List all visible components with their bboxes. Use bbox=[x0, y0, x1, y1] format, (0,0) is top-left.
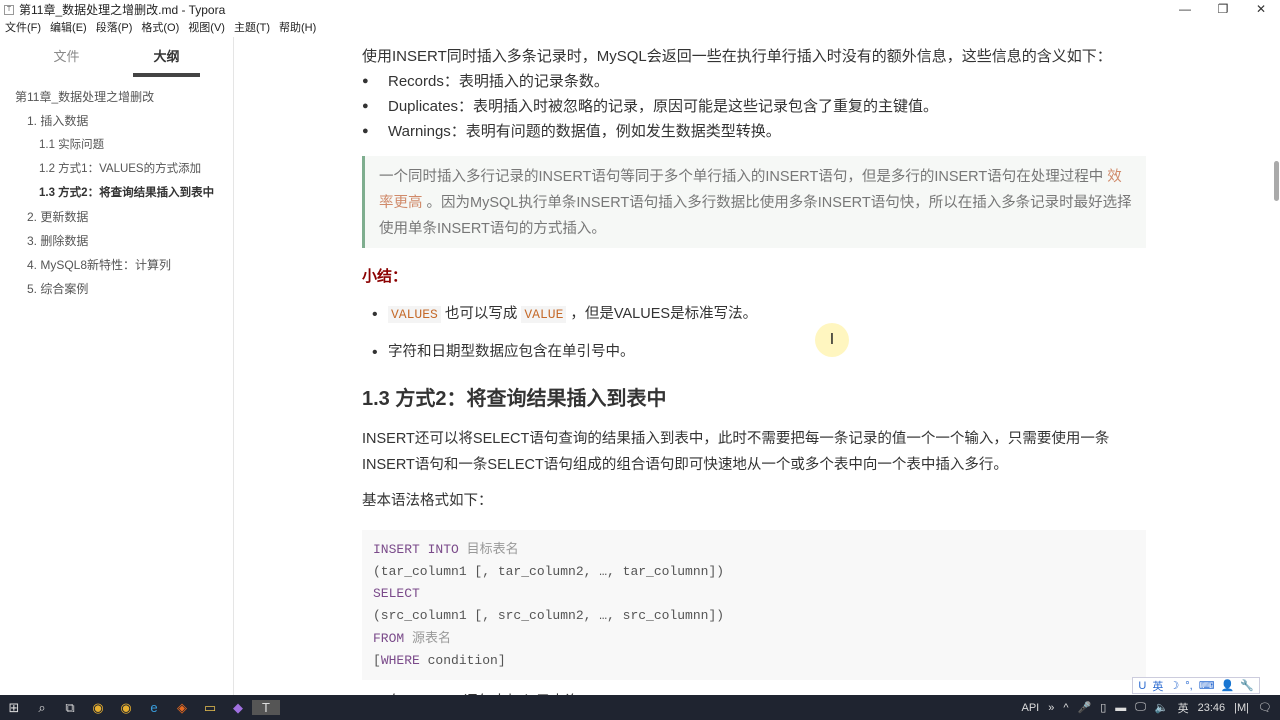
typora-taskbar-icon[interactable]: T bbox=[252, 700, 280, 715]
code-line: (tar_column1 [, tar_column2, …, tar_colu… bbox=[373, 564, 725, 579]
keyboard-icon[interactable]: ⌨ bbox=[1199, 679, 1215, 692]
intro-text: 使用INSERT同时插入多条记录时，MySQL会返回一些在执行单行插入时没有的额… bbox=[362, 48, 1112, 65]
text: 也可以写成 bbox=[440, 306, 522, 322]
code-keyword: INSERT INTO bbox=[373, 542, 459, 557]
network-icon[interactable]: 🖵 bbox=[1135, 701, 1146, 714]
input-language[interactable]: 英 bbox=[1178, 700, 1189, 716]
list-item: Records：表明插入的记录条数。 bbox=[362, 69, 1146, 94]
title-bar: T 第11章_数据处理之增删改.md - Typora — ❐ ✕ bbox=[0, 0, 1280, 19]
editor-content[interactable]: 使用INSERT同时插入多条记录时，MySQL会返回一些在执行单行插入时没有的额… bbox=[362, 44, 1146, 715]
menu-file[interactable]: 文件(F) bbox=[5, 19, 41, 37]
outline-item[interactable]: 1.2 方式1：VALUES的方式添加 bbox=[0, 157, 233, 181]
code-line: FROM 源表名 bbox=[373, 627, 1135, 650]
code-line: INSERT INTO 目标表名 bbox=[373, 538, 1135, 561]
code-keyword: FROM bbox=[373, 631, 405, 646]
firefox-icon[interactable]: ◈ bbox=[168, 700, 196, 716]
battery-icon[interactable]: ▬ bbox=[1115, 702, 1126, 714]
code-line: (src_column1 [, src_column2, …, src_colu… bbox=[373, 608, 725, 623]
inline-code: VALUE bbox=[521, 306, 567, 323]
tray-api[interactable]: API bbox=[1022, 702, 1040, 714]
tab-files[interactable]: 文件 bbox=[33, 37, 100, 77]
volume-icon[interactable]: 🔈 bbox=[1155, 701, 1169, 714]
taskbar: ⊞ ⌕ ⧉ ◉ ◉ e ◈ ▭ ◆ T API » ^ 🎤 ▯ ▬ 🖵 🔈 英 … bbox=[0, 695, 1280, 720]
outline-item[interactable]: 第11章_数据处理之增删改 bbox=[0, 85, 233, 109]
menu-edit[interactable]: 编辑(E) bbox=[50, 19, 87, 37]
code-text: condition] bbox=[419, 653, 506, 668]
minimize-button[interactable]: — bbox=[1166, 0, 1204, 19]
outline-item[interactable]: 1. 插入数据 bbox=[0, 109, 233, 133]
chrome-icon-2[interactable]: ◉ bbox=[112, 700, 140, 716]
outline-item[interactable]: 1.1 实际问题 bbox=[0, 133, 233, 157]
menu-help[interactable]: 帮助(H) bbox=[279, 19, 316, 37]
code-comment: 源表名 bbox=[412, 630, 452, 645]
menu-paragraph[interactable]: 段落(P) bbox=[96, 19, 133, 37]
paragraph: INSERT还可以将SELECT语句查询的结果插入到表中，此时不需要把每一条记录… bbox=[362, 431, 1110, 473]
text: ，但是VALUES是标准写法。 bbox=[566, 306, 758, 322]
start-icon[interactable]: ⊞ bbox=[0, 700, 28, 716]
code-keyword: SELECT bbox=[373, 586, 420, 601]
syntax-label: 基本语法格式如下： bbox=[362, 493, 493, 509]
tab-outline[interactable]: 大纲 bbox=[133, 37, 200, 77]
code-line: [WHERE condition] bbox=[373, 650, 1135, 672]
ime-logo-icon[interactable]: U bbox=[1138, 680, 1146, 692]
usb-icon[interactable]: ▯ bbox=[1100, 701, 1106, 714]
clock[interactable]: 23:46 bbox=[1198, 702, 1226, 714]
outline-item[interactable]: 3. 删除数据 bbox=[0, 229, 233, 253]
code-text: [ bbox=[373, 653, 381, 668]
quote-text: 一个同时插入多行记录的INSERT语句等同于多个单行插入的INSERT语句，但是… bbox=[379, 169, 1108, 185]
outline-item[interactable]: 4. MySQL8新特性：计算列 bbox=[0, 253, 233, 277]
blockquote: 一个同时插入多行记录的INSERT语句等同于多个单行插入的INSERT语句，但是… bbox=[362, 156, 1146, 248]
outline-item[interactable]: 2. 更新数据 bbox=[0, 205, 233, 229]
typora-app-icon: T bbox=[4, 4, 14, 15]
microphone-icon[interactable]: 🎤 bbox=[1078, 701, 1092, 714]
menu-view[interactable]: 视图(V) bbox=[188, 19, 225, 37]
chevron-up-icon[interactable]: ^ bbox=[1063, 702, 1068, 714]
search-icon[interactable]: ⌕ bbox=[28, 700, 56, 716]
ime-lang-toggle[interactable]: 英 bbox=[1152, 678, 1163, 694]
edge-icon[interactable]: e bbox=[140, 700, 168, 715]
inline-code: VALUES bbox=[388, 306, 441, 323]
menu-format[interactable]: 格式(O) bbox=[141, 19, 179, 37]
sidebar: 文件 大纲 第11章_数据处理之增删改 1. 插入数据 1.1 实际问题 1.2… bbox=[0, 37, 234, 695]
list-item: VALUES 也可以写成 VALUE ，但是VALUES是标准写法。 bbox=[362, 302, 1146, 327]
tray-app-icon[interactable]: |M| bbox=[1234, 702, 1249, 714]
section-heading: 1.3 方式2：将查询结果插入到表中 bbox=[362, 388, 667, 410]
list-item: 字符和日期型数据应包含在单引号中。 bbox=[362, 340, 1146, 365]
system-tray: API » ^ 🎤 ▯ ▬ 🖵 🔈 英 23:46 |M| 🗨 bbox=[1022, 700, 1273, 716]
scrollbar-thumb[interactable] bbox=[1274, 161, 1279, 201]
text-cursor-icon: I bbox=[815, 323, 849, 357]
punctuation-icon[interactable]: °, bbox=[1185, 680, 1192, 692]
ide-icon[interactable]: ◆ bbox=[224, 700, 252, 716]
menu-bar: 文件(F) 编辑(E) 段落(P) 格式(O) 视图(V) 主题(T) 帮助(H… bbox=[0, 19, 325, 37]
tray-overflow-icon[interactable]: » bbox=[1048, 702, 1054, 714]
moon-icon[interactable]: ☽ bbox=[1169, 679, 1179, 692]
window-title: 第11章_数据处理之增删改.md - Typora bbox=[19, 3, 226, 17]
scrollbar[interactable] bbox=[1272, 37, 1280, 695]
ime-toolbar[interactable]: U 英 ☽ °, ⌨ 👤 🔧 bbox=[1132, 677, 1260, 694]
user-icon[interactable]: 👤 bbox=[1221, 679, 1235, 692]
outline-list: 第11章_数据处理之增删改 1. 插入数据 1.1 实际问题 1.2 方式1：V… bbox=[0, 77, 233, 301]
menu-theme[interactable]: 主题(T) bbox=[234, 19, 270, 37]
folder-icon[interactable]: ▭ bbox=[196, 700, 224, 716]
quote-text: 。因为MySQL执行单条INSERT语句插入多行数据比使用多条INSERT语句快… bbox=[379, 195, 1132, 237]
code-keyword: WHERE bbox=[380, 653, 420, 668]
outline-item[interactable]: 5. 综合案例 bbox=[0, 277, 233, 301]
wrench-icon[interactable]: 🔧 bbox=[1240, 679, 1254, 692]
outline-item-current[interactable]: 1.3 方式2：将查询结果插入到表中 bbox=[0, 181, 233, 205]
maximize-button[interactable]: ❐ bbox=[1204, 0, 1242, 19]
notification-icon[interactable]: 🗨 bbox=[1258, 701, 1272, 714]
code-line: SELECT bbox=[373, 583, 1135, 605]
summary-title: 小结： bbox=[362, 268, 408, 285]
task-view-icon[interactable]: ⧉ bbox=[56, 700, 84, 716]
close-button[interactable]: ✕ bbox=[1242, 0, 1280, 19]
list-item: Warnings：表明有问题的数据值，例如发生数据类型转换。 bbox=[362, 119, 1146, 144]
chrome-icon[interactable]: ◉ bbox=[84, 700, 112, 716]
list-item: Duplicates：表明插入时被忽略的记录，原因可能是这些记录包含了重复的主键… bbox=[362, 94, 1146, 119]
code-comment: 目标表名 bbox=[466, 541, 519, 556]
code-block[interactable]: INSERT INTO 目标表名 (tar_column1 [, tar_col… bbox=[362, 530, 1146, 680]
